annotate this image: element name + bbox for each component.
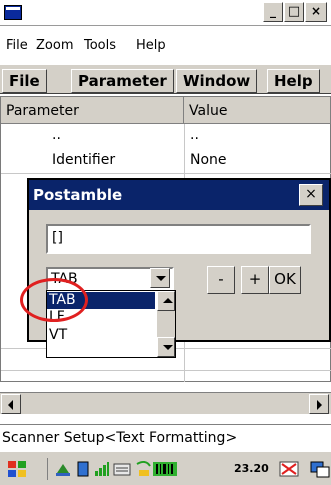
- signal-icon[interactable]: [94, 461, 110, 477]
- postamble-input[interactable]: []: [46, 224, 311, 254]
- combobox-dropdown-button[interactable]: [150, 268, 170, 288]
- table-cell-value[interactable]: ..: [190, 127, 199, 143]
- menu-window[interactable]: Window: [176, 69, 258, 93]
- windows-start-icon[interactable]: [6, 458, 28, 480]
- dialog-title: Postamble: [33, 186, 123, 204]
- arrow-left-icon: [8, 400, 13, 410]
- table-cell-param[interactable]: Identifier: [52, 152, 115, 168]
- dropdown-scrollbar[interactable]: [157, 291, 175, 357]
- close-button[interactable]: ×: [305, 2, 327, 22]
- taskbar: 23.20: [0, 450, 331, 485]
- scroll-up-button[interactable]: [157, 291, 175, 311]
- menu-bar: File Zoom Tools Help: [0, 26, 331, 64]
- chevron-down-icon: [156, 276, 166, 281]
- column-header-value[interactable]: Value: [184, 97, 331, 124]
- keyboard-icon[interactable]: [113, 461, 131, 477]
- status-bar: Scanner Setup<Text Formatting>: [0, 424, 331, 450]
- edit-disabled-icon[interactable]: [278, 459, 300, 479]
- maximize-button[interactable]: □: [284, 2, 304, 22]
- table-cell-param[interactable]: ..: [52, 127, 61, 143]
- app-menu-bar: File Parameter Window Help: [0, 64, 331, 94]
- barcode-icon[interactable]: [152, 460, 178, 478]
- ok-button[interactable]: OK: [269, 266, 301, 294]
- app-window-icon: [4, 5, 22, 20]
- menu-file-2[interactable]: File: [2, 69, 47, 93]
- taskbar-divider: [47, 458, 48, 480]
- menu-file[interactable]: File: [6, 38, 28, 53]
- column-header-parameter[interactable]: Parameter: [1, 97, 184, 124]
- dialog-title-bar: Postamble: [29, 180, 329, 210]
- menu-parameter[interactable]: Parameter: [71, 69, 174, 93]
- scroll-left-button[interactable]: [1, 394, 21, 414]
- status-text: Scanner Setup<Text Formatting>: [2, 430, 238, 446]
- scroll-down-button[interactable]: [157, 337, 175, 357]
- dialog-close-button[interactable]: ×: [299, 184, 323, 206]
- dropdown-item-vt[interactable]: VT: [47, 327, 155, 344]
- menu-help-2[interactable]: Help: [267, 69, 320, 93]
- minus-button[interactable]: -: [207, 266, 235, 294]
- menu-help[interactable]: Help: [136, 38, 166, 53]
- menu-tools[interactable]: Tools: [84, 38, 116, 53]
- windows-switch-icon[interactable]: [310, 459, 330, 479]
- arrow-down-icon: [163, 345, 173, 350]
- highlight-circle: [20, 278, 88, 322]
- arrow-up-icon: [163, 298, 173, 303]
- scroll-right-button[interactable]: [309, 394, 329, 414]
- arrow-right-icon: [317, 400, 322, 410]
- menu-zoom[interactable]: Zoom: [36, 38, 73, 53]
- plus-button[interactable]: +: [241, 266, 269, 294]
- minimize-button[interactable]: _: [263, 2, 283, 22]
- row-divider: [1, 173, 331, 174]
- table-cell-value[interactable]: None: [190, 152, 227, 168]
- battery-icon[interactable]: [75, 461, 91, 477]
- network-icon[interactable]: [134, 460, 152, 478]
- horizontal-scrollbar[interactable]: [0, 392, 331, 414]
- title-bar: _ □ ×: [0, 0, 331, 26]
- row-divider: [1, 370, 331, 371]
- sync-icon[interactable]: [55, 461, 71, 477]
- clock[interactable]: 23.20: [234, 462, 269, 475]
